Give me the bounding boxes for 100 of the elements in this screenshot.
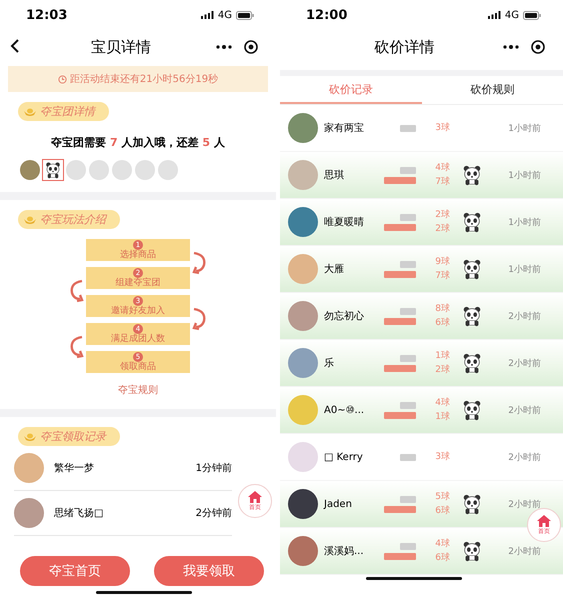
count-text: 6球 [435,506,450,516]
status-time: 12:00 [306,8,348,22]
step-label: 选择商品 [120,250,156,261]
back-icon[interactable] [10,38,20,52]
user-name: Jaden [324,498,353,510]
network-label: 4G [504,10,519,20]
house-icon [537,514,551,526]
tag-mark [400,542,416,550]
user-avatar [288,207,318,237]
status-time: 12:03 [26,8,68,22]
panda-icon [461,258,483,280]
count-text: 2球 [435,364,450,376]
tag-mark [400,496,416,502]
tag-mark [400,454,416,460]
panda-icon [461,164,483,186]
user-avatar [288,489,318,519]
tag-mark [400,402,416,408]
count-text: 9球 [435,256,450,268]
panda-icon [461,493,483,515]
clock-icon [58,74,67,84]
tag-mark [384,412,416,418]
user-avatar [288,442,318,472]
record-time: 1小时前 [507,264,542,276]
more-icon[interactable] [216,45,232,49]
step-label: 满足成团人数 [111,334,165,345]
battery-icon [236,10,254,20]
panda-icon [461,540,483,562]
action-button[interactable]: 夺宝首页 [20,556,130,586]
user-avatar [14,498,44,528]
ingot-icon [24,216,36,224]
user-avatar [288,395,318,425]
user-name: □ Kerry [324,452,364,462]
user-name: 勿忘初心 [324,310,365,323]
page-title: 砍价详情 [374,38,436,56]
record-time: 2小时前 [507,498,542,510]
count-text: 8球 [435,304,450,314]
user-avatar [288,254,318,284]
tag-mark [400,214,416,220]
tag-mark [400,260,416,268]
user-name: 溪溪妈... [324,545,365,558]
count-text: 7球 [435,176,450,188]
tag-mark [384,506,416,512]
tag-mark [400,124,416,132]
house-icon [248,490,262,502]
user-avatar [288,160,318,190]
section-heading: 夺宝团详情 [40,104,95,119]
count-text: 3球 [435,452,450,462]
record-time: 1分钟前 [196,462,232,475]
count-text: 4球 [435,398,450,408]
count-text: 3球 [435,122,450,134]
count-text: 1球 [435,350,450,362]
user-name: 思绪飞扬□ [54,506,104,520]
rules-link[interactable]: 夺宝规则 [0,383,276,397]
target-icon[interactable] [531,40,545,54]
tag-mark [384,318,416,324]
ingot-icon [24,108,36,116]
user-avatar [14,453,44,483]
tag-mark [384,224,416,230]
countdown-text: 距活动结束还有21小时56分19秒 [70,72,218,86]
user-name: 繁华一梦 [54,462,95,475]
user-name: 家有两宝 [324,122,365,135]
count-text: 5球 [435,492,450,502]
count-text: 1球 [435,412,450,422]
tag-mark [400,308,416,314]
signal-icon [200,11,214,19]
battery-icon [523,10,541,20]
tag-mark [384,364,416,372]
panda-icon [461,305,483,327]
count-text: 2球 [435,224,450,234]
action-button[interactable]: 我要领取 [154,556,264,586]
record-time: 2小时前 [507,452,542,464]
record-time: 2小时前 [507,546,542,558]
user-avatar [288,301,318,331]
more-icon[interactable] [503,45,519,49]
record-time: 2小时前 [507,404,542,416]
step-label: 邀请好友加入 [111,306,165,317]
tag-mark [400,354,416,362]
section-heading: 夺宝领取记录 [40,429,106,444]
count-text: 4球 [435,162,450,174]
section-heading: 夺宝玩法介绍 [40,212,106,227]
step-label: 组建夺宝团 [116,278,160,289]
tag-mark [384,176,416,184]
user-name: 思琪 [324,168,345,182]
signal-icon [488,11,501,19]
user-name: 乐 [324,356,335,370]
count-text: 4球 [435,538,450,550]
user-avatar [288,113,318,143]
user-name: A0~⑩... [324,404,366,416]
record-time: 1小时前 [507,216,542,228]
record-time: 2小时前 [507,310,542,322]
user-avatar [288,348,318,378]
panda-icon [461,352,483,374]
user-avatar [288,536,318,566]
tag-mark [384,552,416,560]
page-title: 宝贝详情 [90,38,152,56]
user-name: 大雁 [324,262,345,276]
panda-icon [461,399,483,421]
target-icon[interactable] [244,40,258,54]
user-name: 唯夏暖晴 [324,216,365,229]
record-time: 1小时前 [507,122,542,134]
